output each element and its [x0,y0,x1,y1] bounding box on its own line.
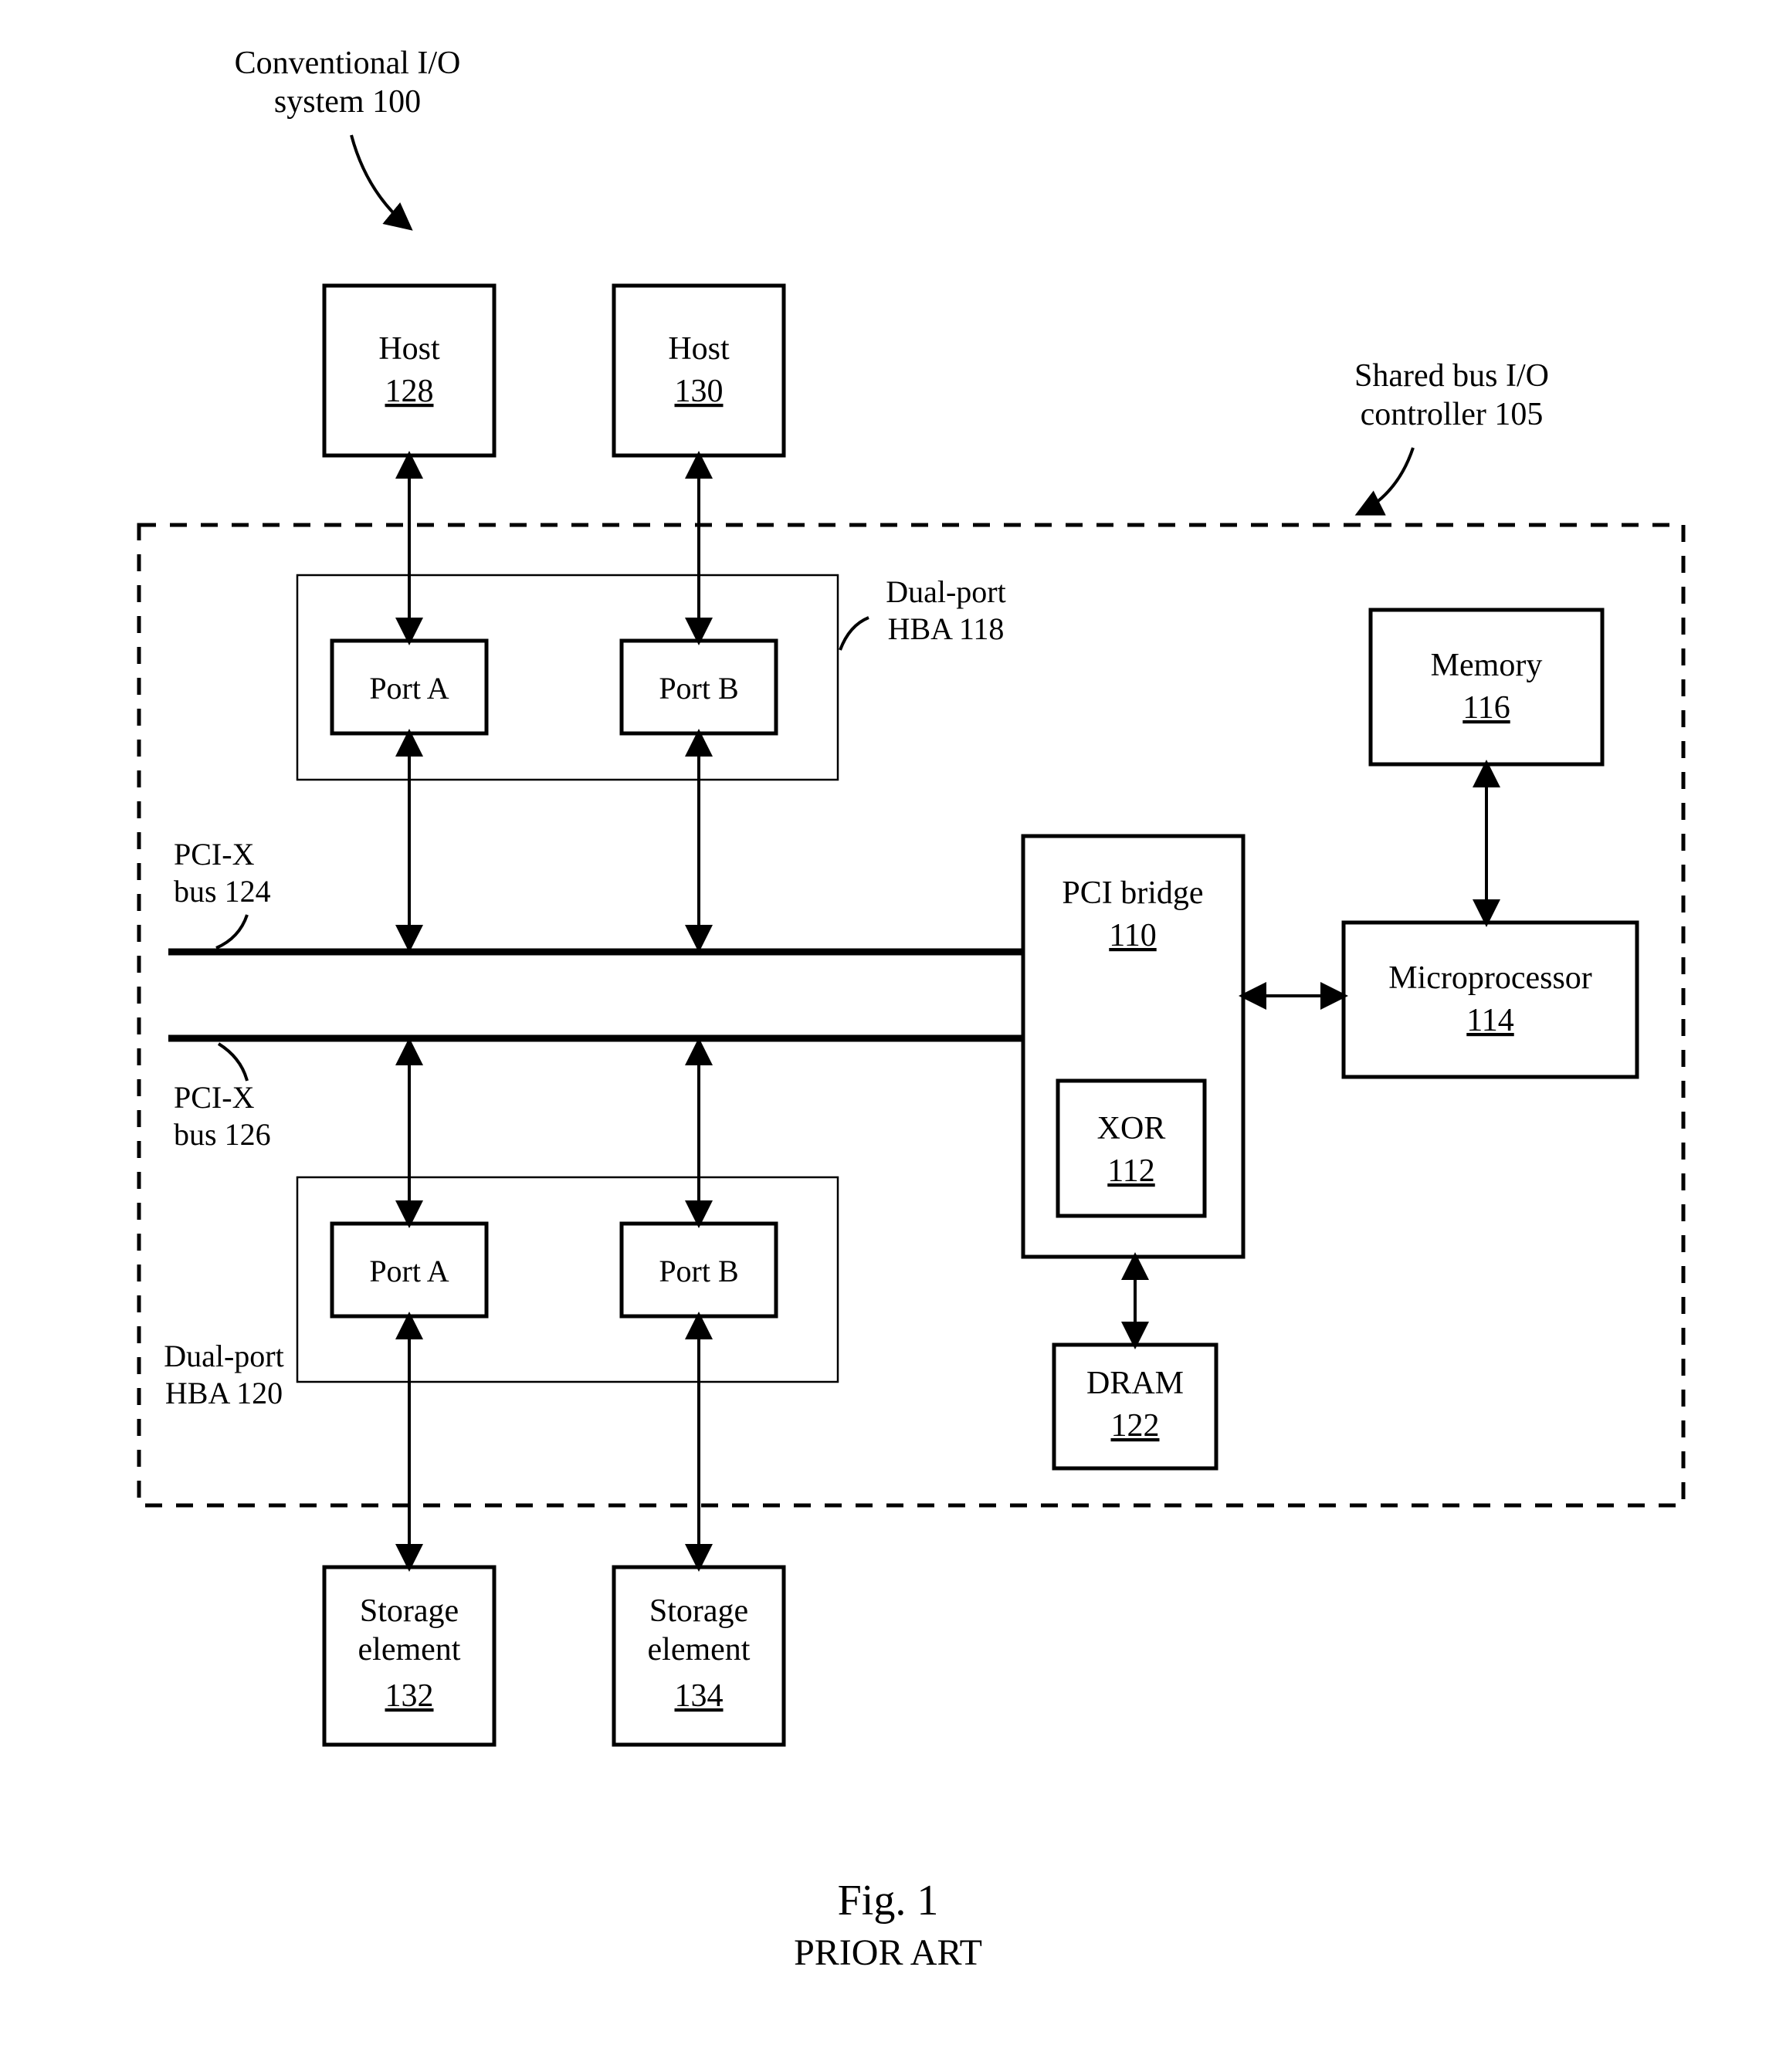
memory-box [1371,610,1602,764]
pointer-bus126 [219,1044,247,1081]
dram-name: DRAM [1086,1366,1184,1401]
xor-box [1058,1081,1205,1216]
controller-label-l2: controller 105 [1361,397,1544,432]
dram-ref: 122 [1111,1408,1160,1444]
hba118-port-a-label: Port A [369,671,449,706]
bus-126-l1: PCI-X [174,1080,255,1115]
storage-132-ref: 132 [385,1678,434,1714]
host-130-box [614,286,784,455]
memory-ref: 116 [1462,690,1510,726]
controller-label-l1: Shared bus I/O [1354,358,1549,394]
pci-bridge-name: PCI bridge [1062,875,1203,911]
storage-132-l2: element [358,1632,461,1667]
xor-ref: 112 [1107,1153,1154,1189]
hba120-port-b-label: Port B [659,1254,738,1288]
bus-126-l2: bus 126 [174,1117,271,1152]
host-130-name: Host [668,331,730,367]
hba-120-label-l2: HBA 120 [165,1376,283,1410]
dram-box [1054,1345,1216,1468]
bus-124-l2: bus 124 [174,874,271,909]
pointer-controller [1359,448,1413,513]
storage-134-l1: Storage [649,1593,748,1629]
bus-124-l1: PCI-X [174,837,255,872]
host-128-box [324,286,494,455]
microprocessor-name: Microprocessor [1388,960,1592,996]
figure-caption-l2: PRIOR ART [794,1932,982,1973]
microprocessor-box [1344,923,1637,1077]
storage-134-l2: element [648,1632,751,1667]
hba118-port-b-label: Port B [659,671,738,706]
host-128-name: Host [378,331,440,367]
figure-caption-l1: Fig. 1 [838,1877,939,1925]
storage-132-l1: Storage [360,1593,459,1629]
pci-bridge-ref: 110 [1109,918,1156,953]
host-128-ref: 128 [385,374,434,409]
microprocessor-ref: 114 [1466,1003,1513,1038]
storage-134-ref: 134 [675,1678,724,1714]
title-line1: Conventional I/O [235,46,461,81]
pointer-title [351,135,409,228]
title-line2: system 100 [274,84,421,120]
host-130-ref: 130 [675,374,724,409]
hba-118-label-l1: Dual-port [886,574,1006,609]
xor-name: XOR [1097,1111,1166,1146]
hba120-port-a-label: Port A [369,1254,449,1288]
diagram-canvas: Conventional I/O system 100 Shared bus I… [0,0,1776,2072]
hba-118-label-l2: HBA 118 [888,611,1005,646]
hba-120-label-l1: Dual-port [164,1339,284,1373]
memory-name: Memory [1431,648,1543,683]
pointer-hba118 [840,618,869,650]
pointer-bus124 [216,915,247,948]
